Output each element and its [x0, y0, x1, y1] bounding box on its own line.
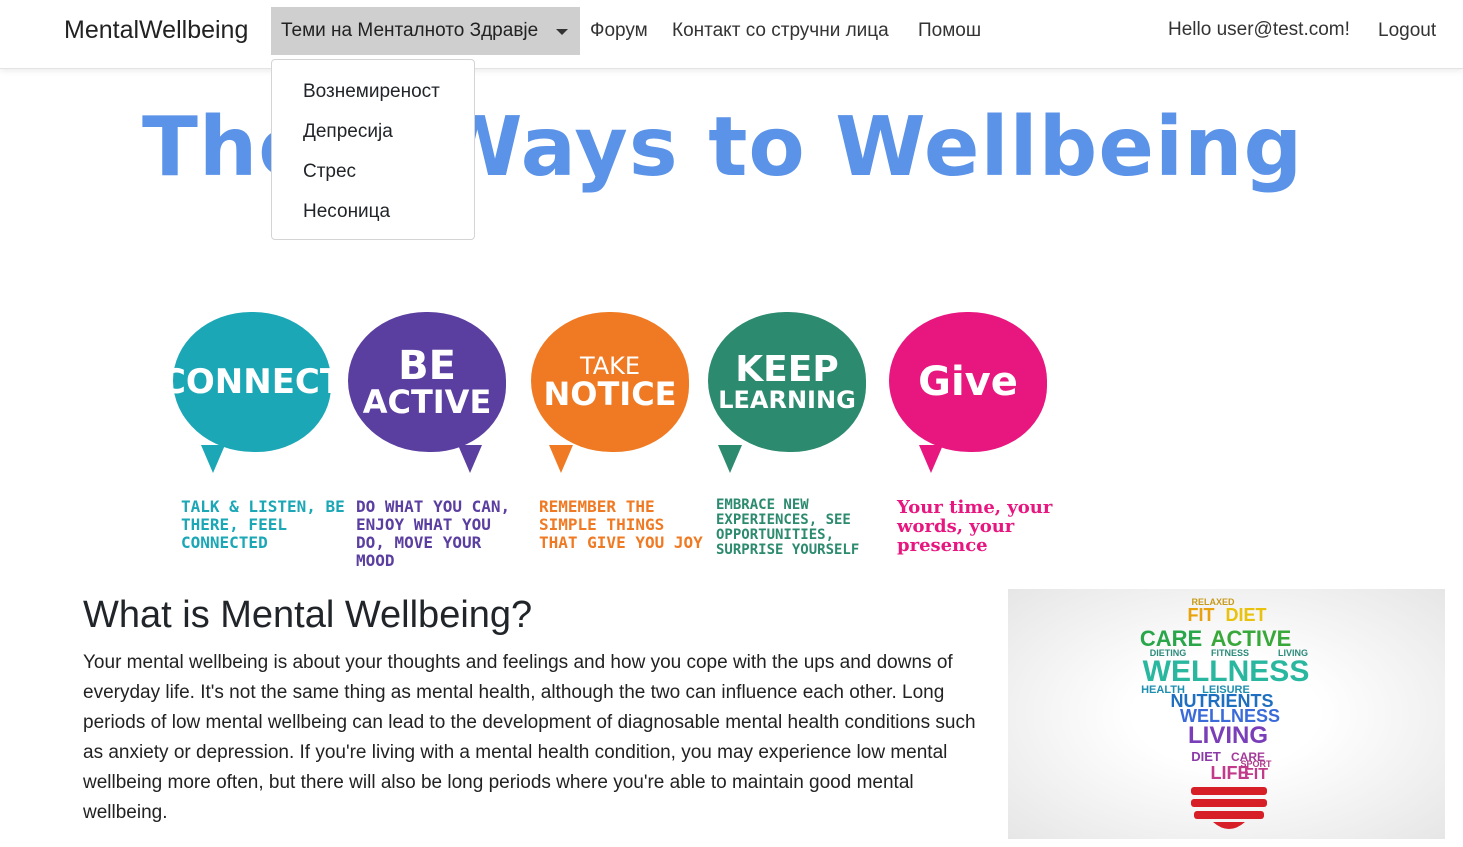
dropdown-item-insomnia[interactable]: Несоница: [303, 201, 390, 223]
way-word: BE: [398, 343, 456, 389]
wellness-lightbulb-image: FIT DIET CARE ACTIVE RELAXED DIETING FIT…: [1008, 589, 1445, 839]
way-be-active: BE ACTIVE Do what you can, enjoy what yo…: [348, 300, 518, 575]
way-caption: Your time, your words, your presence: [897, 497, 1053, 556]
bubble-tail: [919, 445, 943, 473]
cloud-word: SPORT: [1240, 759, 1272, 769]
nav-link-contact-experts[interactable]: Контакт со стручни лица: [672, 20, 889, 42]
way-word: LEARNING: [718, 386, 856, 414]
way-caption: Remember the simple things that give you…: [539, 497, 703, 552]
logout-link[interactable]: Logout: [1378, 20, 1436, 42]
way-word: KEEP: [735, 349, 839, 390]
cloud-word: DIET: [1191, 749, 1221, 764]
way-caption: Do what you can, enjoy what you do, move…: [356, 497, 511, 570]
cloud-word: LIVING: [1188, 722, 1268, 749]
bulb-base-stripe: [1191, 787, 1267, 795]
way-keep-learning: KEEP LEARNING Embrace new experiences, s…: [708, 300, 878, 575]
bulb-tip: [1213, 822, 1245, 829]
dropdown-item-depression[interactable]: Депресија: [303, 121, 393, 143]
bulb-base-stripe: [1191, 799, 1267, 807]
cloud-word: RELAXED: [1191, 597, 1235, 607]
way-word: ACTIVE: [362, 383, 492, 421]
way-caption: Embrace new experiences, see opportuniti…: [716, 497, 860, 558]
cloud-word: FIT: [1188, 605, 1215, 625]
keep-learning-bubble: KEEP LEARNING: [708, 312, 866, 452]
topics-dropdown-toggle[interactable]: Теми на Менталното Здравје: [271, 7, 580, 55]
way-give: Give Your time, your words, your presenc…: [889, 300, 1059, 575]
take-notice-bubble: TAKE NOTICE: [531, 312, 689, 452]
bubble-tail: [201, 445, 225, 473]
brand-link[interactable]: MentalWellbeing: [64, 16, 248, 45]
section-paragraph: Your mental wellbeing is about your thou…: [83, 652, 976, 823]
bubble-tail: [718, 445, 742, 473]
topics-dropdown-label: Теми на Менталното Здравје: [281, 20, 539, 41]
cloud-word: DIET: [1225, 605, 1266, 625]
bulb-base-stripe: [1194, 811, 1264, 819]
caret-down-icon: [556, 29, 568, 35]
dropdown-item-anxiety[interactable]: Вознемиреност: [303, 81, 440, 103]
lightbulb-icon: FIT DIET CARE ACTIVE RELAXED DIETING FIT…: [1140, 597, 1309, 829]
user-greeting: Hello user@test.com!: [1168, 19, 1350, 40]
way-word: NOTICE: [543, 375, 677, 413]
bubble-tail: [458, 445, 482, 473]
section-heading: What is Mental Wellbeing?: [83, 594, 533, 636]
nav-link-help[interactable]: Помош: [918, 20, 981, 42]
way-word: Give: [918, 359, 1018, 405]
topics-dropdown-menu: Вознемиреност Депресија Стрес Несоница: [271, 59, 475, 240]
bubble-tail: [549, 445, 573, 473]
nav-link-forum[interactable]: Форум: [590, 20, 648, 42]
be-active-bubble: BE ACTIVE: [348, 312, 506, 452]
way-caption: Talk & listen, be there, feel connected: [181, 497, 345, 552]
connect-bubble: CONNECT: [161, 312, 343, 452]
way-connect: CONNECT Talk & listen, be there, feel co…: [161, 300, 345, 575]
dropdown-item-stress[interactable]: Стрес: [303, 161, 356, 183]
navbar: MentalWellbeing Теми на Менталното Здрав…: [0, 0, 1463, 69]
way-word: CONNECT: [160, 362, 344, 402]
give-bubble: Give: [889, 312, 1047, 452]
way-take-notice: TAKE NOTICE Remember the simple things t…: [531, 300, 703, 575]
